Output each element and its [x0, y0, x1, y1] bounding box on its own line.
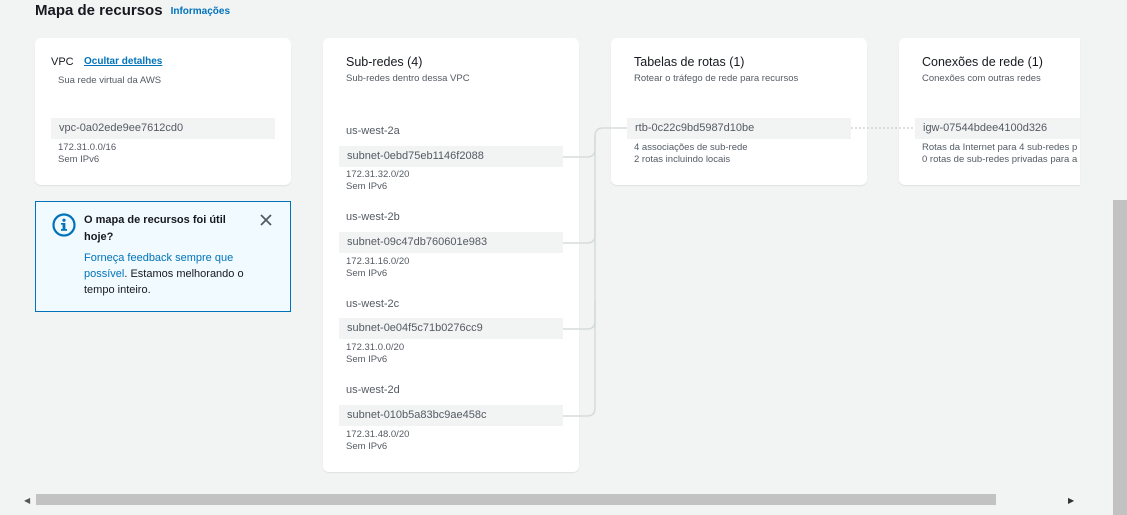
connector-subnet-4 [563, 300, 596, 417]
horizontal-scroll-thumb[interactable] [36, 494, 996, 505]
connector-lines [563, 127, 915, 417]
connector-subnet-3 [563, 200, 596, 330]
vertical-scroll-thumb[interactable] [1113, 200, 1127, 515]
triangle-right-icon[interactable]: ▶ [1068, 496, 1074, 505]
connector-subnet-2 [563, 136, 596, 244]
triangle-left-icon[interactable]: ◀ [24, 496, 30, 505]
